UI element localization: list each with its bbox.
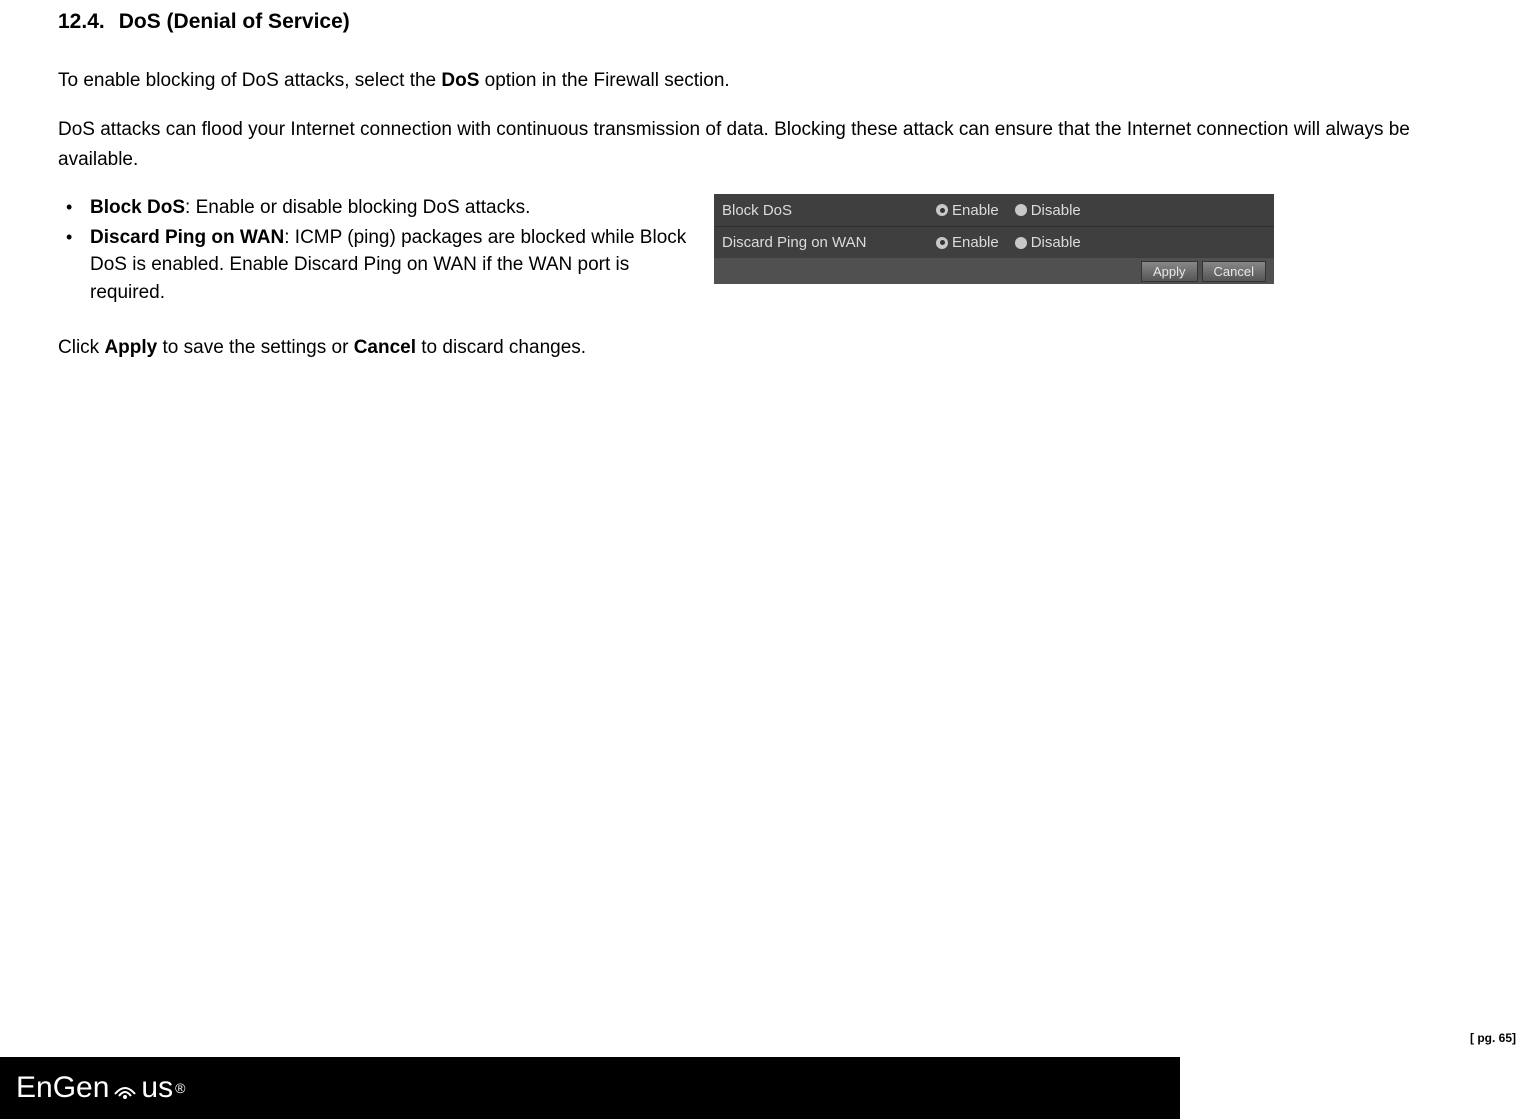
radio-group-block-dos: Enable Disable <box>936 202 1081 219</box>
wifi-icon <box>111 1076 139 1100</box>
settings-row-block-dos: Block DoS Enable Disable <box>714 194 1274 226</box>
bullet-term: Discard Ping on WAN <box>90 227 284 248</box>
registered-mark: ® <box>175 1080 185 1096</box>
closing-paragraph: Click Apply to save the settings or Canc… <box>58 333 694 362</box>
radio-disable[interactable]: Disable <box>1015 202 1081 219</box>
cancel-button[interactable]: Cancel <box>1202 261 1266 282</box>
settings-panel-screenshot: Block DoS Enable Disable Discard Ping on… <box>714 194 1274 284</box>
intro-paragraph: To enable blocking of DoS attacks, selec… <box>58 66 1482 95</box>
footer-bar: EnGen us ® <box>0 1057 1180 1119</box>
radio-group-discard-ping: Enable Disable <box>936 234 1081 251</box>
bullet-text: : Enable or disable blocking DoS attacks… <box>185 197 530 218</box>
list-item: Discard Ping on WAN: ICMP (ping) package… <box>88 224 694 307</box>
bullet-list: Block DoS: Enable or disable blocking Do… <box>58 194 694 306</box>
radio-enable[interactable]: Enable <box>936 234 999 251</box>
section-number: 12.4. <box>58 10 105 34</box>
radio-icon <box>936 237 948 249</box>
apply-button[interactable]: Apply <box>1141 261 1198 282</box>
button-row: Apply Cancel <box>714 258 1274 284</box>
section-heading: 12.4. DoS (Denial of Service) <box>58 10 1482 34</box>
settings-label: Discard Ping on WAN <box>722 234 936 251</box>
settings-row-discard-ping: Discard Ping on WAN Enable Disable <box>714 226 1274 258</box>
engenius-logo: EnGen us ® <box>16 1071 185 1105</box>
left-column: Block DoS: Enable or disable blocking Do… <box>58 194 694 382</box>
bullet-term: Block DoS <box>90 197 185 218</box>
two-column-layout: Block DoS: Enable or disable blocking Do… <box>58 194 1482 382</box>
radio-icon <box>1015 237 1027 249</box>
description-paragraph: DoS attacks can flood your Internet conn… <box>58 115 1482 174</box>
list-item: Block DoS: Enable or disable blocking Do… <box>88 194 694 222</box>
page-footer: [ pg. 65] EnGen us ® <box>0 1057 1532 1119</box>
page-number: [ pg. 65] <box>1470 1031 1516 1045</box>
settings-label: Block DoS <box>722 202 936 219</box>
section-title: DoS (Denial of Service) <box>119 10 350 33</box>
radio-disable[interactable]: Disable <box>1015 234 1081 251</box>
radio-icon <box>1015 204 1027 216</box>
radio-enable[interactable]: Enable <box>936 202 999 219</box>
radio-icon <box>936 204 948 216</box>
page-content: 12.4. DoS (Denial of Service) To enable b… <box>0 0 1532 382</box>
